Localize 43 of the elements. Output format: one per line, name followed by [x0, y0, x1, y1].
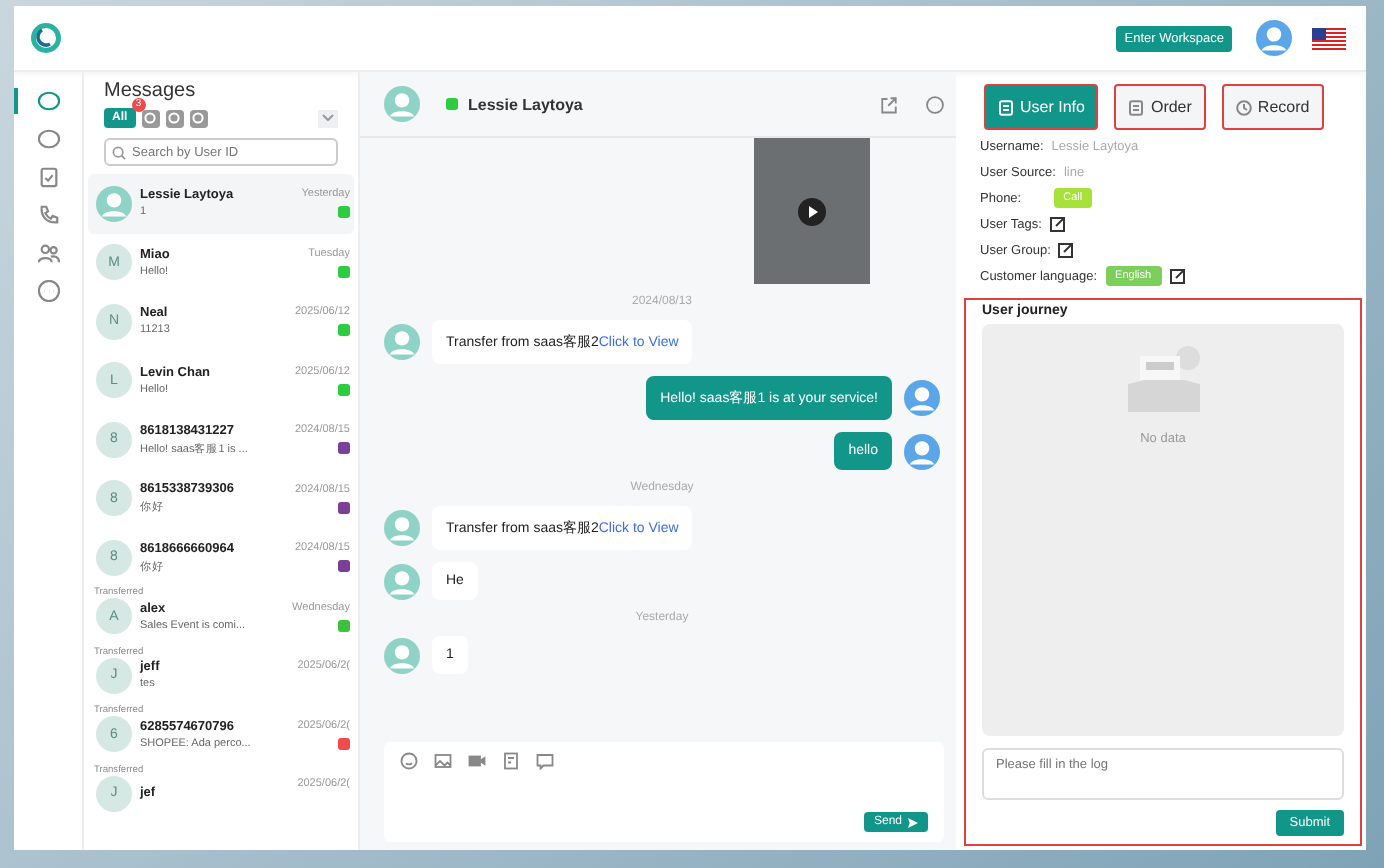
video-camera-icon[interactable]: [468, 752, 486, 770]
panel-tab[interactable]: Record: [1221, 84, 1324, 130]
contact-avatar: [384, 637, 420, 673]
emoji-icon[interactable]: [400, 752, 418, 770]
send-icon: [908, 817, 918, 827]
flag-icon[interactable]: [1312, 27, 1346, 49]
chat-bubble-icon[interactable]: [37, 90, 59, 112]
people-icon[interactable]: [37, 242, 59, 264]
messages-title: Messages: [102, 78, 198, 102]
more-icon[interactable]: [37, 280, 59, 302]
edit-icon[interactable]: [1049, 216, 1066, 232]
agent-avatar: [904, 433, 940, 469]
video-thumbnail[interactable]: [754, 138, 870, 284]
phone-icon[interactable]: [37, 204, 59, 226]
image-icon[interactable]: [434, 752, 452, 770]
contact-avatar: [384, 510, 420, 546]
channel-filter-icon[interactable]: [165, 109, 184, 127]
channel-filter-icon[interactable]: [189, 109, 208, 127]
edit-icon[interactable]: [1058, 242, 1075, 258]
dropdown-button[interactable]: [318, 109, 338, 127]
chat-bubble-icon[interactable]: [37, 128, 59, 150]
clock-icon: [1235, 99, 1252, 115]
channel-filter-icon[interactable]: [141, 109, 160, 127]
share-icon[interactable]: [880, 95, 898, 113]
document-icon: [998, 99, 1014, 115]
agent-avatar: [1256, 20, 1292, 56]
contact-avatar: [384, 324, 420, 360]
chat-app-icon: [446, 98, 458, 110]
more-icon[interactable]: [926, 95, 944, 113]
contact-avatar: [384, 563, 420, 599]
search-icon: [112, 146, 126, 160]
document-icon[interactable]: [502, 752, 520, 770]
agent-avatar: [904, 380, 940, 416]
contact-avatar: [384, 86, 420, 122]
panel-tab[interactable]: Order: [1114, 84, 1206, 130]
panel-tab[interactable]: User Info: [984, 84, 1099, 130]
avatar: [96, 185, 132, 222]
document-icon: [1128, 99, 1145, 115]
logo-icon: [30, 22, 62, 54]
comment-icon[interactable]: [536, 752, 554, 770]
clipboard-icon[interactable]: [37, 166, 59, 188]
edit-icon[interactable]: [1169, 268, 1186, 284]
chat-contact-name: Lessie Laytoya: [468, 95, 583, 113]
